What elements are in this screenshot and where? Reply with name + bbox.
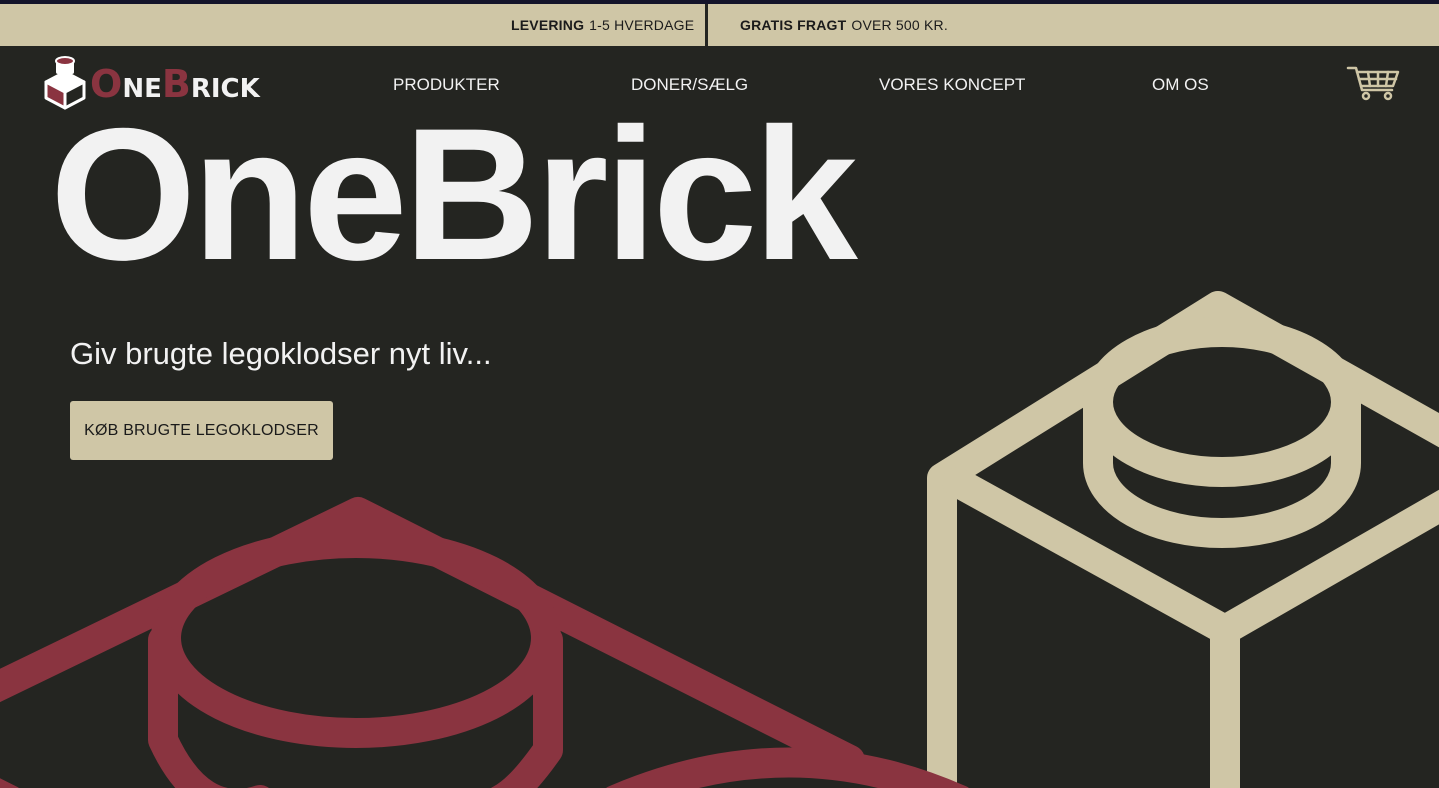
cart-button[interactable] [1346,64,1400,107]
shopping-cart-icon [1346,66,1400,101]
hero-tagline: Giv brugte legoklodser nyt liv... [70,336,492,371]
buy-used-bricks-button[interactable]: KØB BRUGTE LEGOKLODSER [70,401,333,460]
hero-title: OneBrick [50,89,858,299]
lego-brick-outline-beige [927,291,1439,788]
page: LEVERING 1-5 HVERDAGE GRATIS FRAGT OVER 50… [0,0,1439,788]
lego-brick-outline-red [0,497,969,788]
nav-om-os[interactable]: OM OS [1152,70,1209,100]
nav-vores-koncept[interactable]: VORES KONCEPT [879,70,1025,100]
